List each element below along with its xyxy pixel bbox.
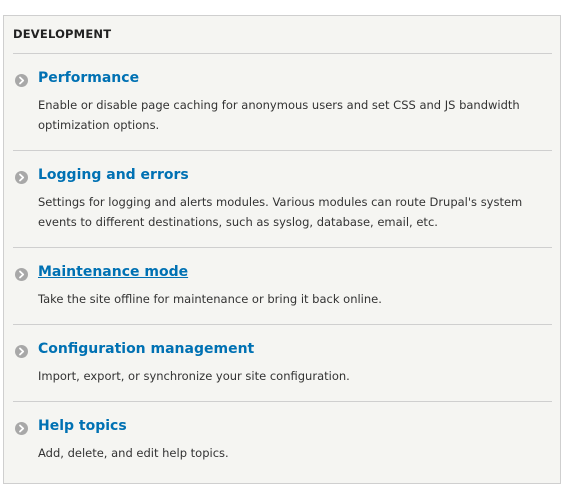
chevron-right-circle-icon [15,268,28,281]
item-divider [13,150,552,151]
performance-description: Enable or disable page caching for anony… [38,98,520,132]
chevron-right-circle-icon [15,74,28,87]
chevron-right-circle-icon [15,345,28,358]
configuration-management-description: Import, export, or synchronize your site… [38,369,350,383]
logging-and-errors-description: Settings for logging and alerts modules.… [38,195,523,229]
title-divider [13,53,552,54]
configuration-management-link[interactable]: Configuration management [38,341,254,357]
chevron-right-circle-icon [15,171,28,184]
section-title: DEVELOPMENT [13,27,112,41]
maintenance-mode-description: Take the site offline for maintenance or… [38,292,382,306]
maintenance-mode-link[interactable]: Maintenance mode [38,264,188,280]
item-divider [13,324,552,325]
item-divider [13,401,552,402]
performance-link[interactable]: Performance [38,70,139,86]
development-panel: DEVELOPMENT Performance Enable or disabl… [3,15,561,484]
help-topics-description: Add, delete, and edit help topics. [38,446,229,460]
item-divider [13,247,552,248]
logging-and-errors-link[interactable]: Logging and errors [38,167,189,183]
help-topics-link[interactable]: Help topics [38,418,127,434]
chevron-right-circle-icon [15,422,28,435]
